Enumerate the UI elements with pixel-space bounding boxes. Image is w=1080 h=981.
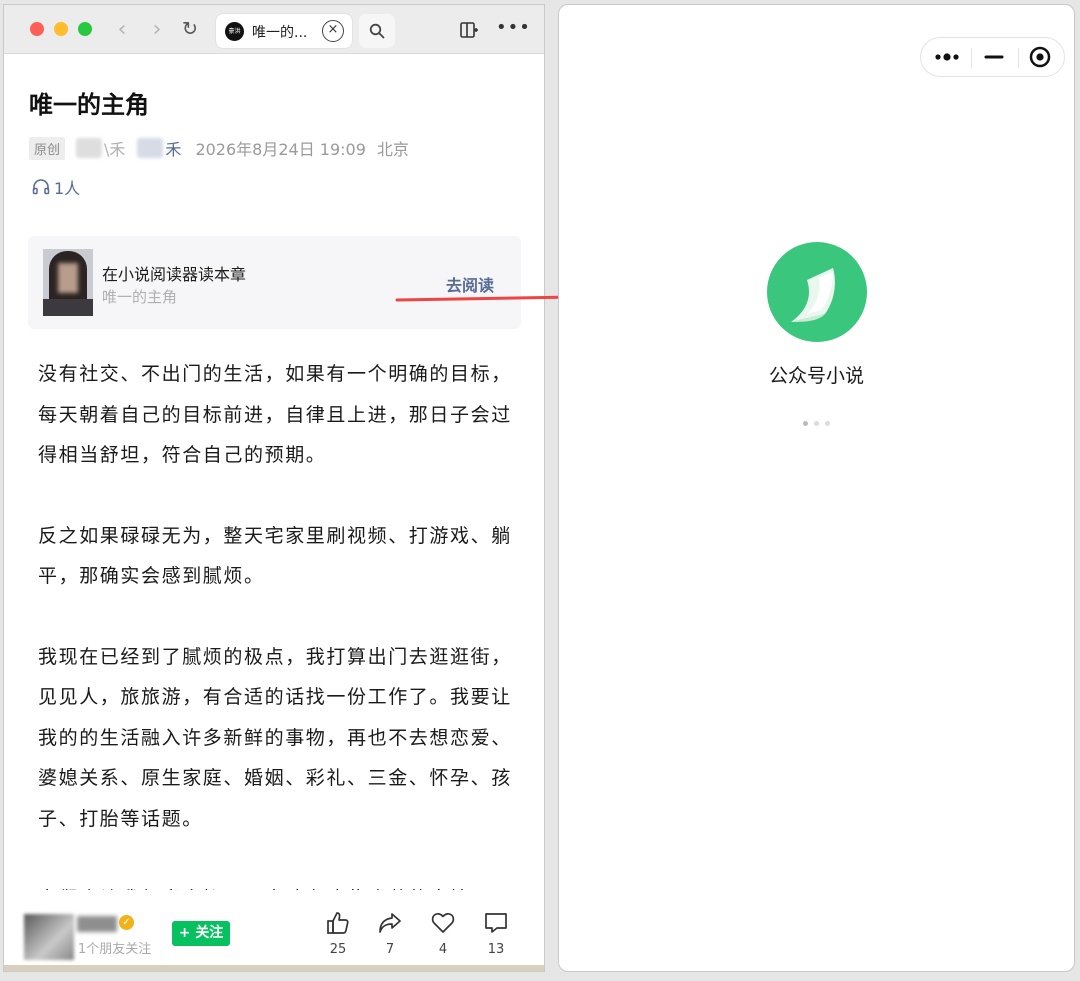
forward-icon[interactable]: › (144, 15, 170, 43)
account-name-fragment: 禾 (165, 140, 182, 159)
publish-date: 2026年8月24日 19:09 (195, 140, 366, 159)
loading-dot (825, 421, 830, 426)
verified-badge-icon: ✓ (119, 915, 134, 930)
article-paragraph: 反之如果碌碌无为，整天宅家里刷视频、打游戏、躺平，那确实会感到腻烦。 (38, 524, 512, 588)
comment-icon (485, 913, 507, 933)
like-button[interactable]: 25 (318, 910, 358, 957)
article-paragraph: 没有社交、不出门的生活，如果有一个明确的目标，每天朝着自己的目标前进，自律且上进… (38, 363, 512, 466)
account-name-redacted[interactable] (77, 916, 117, 932)
article-title: 唯一的主角 (29, 91, 149, 119)
article-body: 没有社交、不出门的生活，如果有一个明确的目标，每天朝着自己的目标前进，自律且上进… (38, 354, 520, 890)
tab-close-icon[interactable]: × (322, 20, 344, 42)
article-paragraph: 它们会让我想当自抑……事略在这些痛苦的事情 (38, 879, 520, 890)
novel-cover-image (43, 249, 93, 316)
redacted-block (76, 138, 103, 158)
account-name-link[interactable]: 禾 (137, 136, 181, 160)
publish-location: 北京 (376, 140, 409, 159)
share-count: 7 (385, 942, 395, 957)
reload-icon[interactable]: ↻ (177, 15, 203, 43)
mini-program-name: 公众号小说 (768, 365, 864, 387)
mini-program-logo (767, 242, 867, 342)
redacted-block (137, 138, 164, 158)
window-bottom-edge (4, 965, 544, 971)
like-count: 25 (329, 942, 347, 957)
mini-program-window: 公众号小说 (558, 4, 1075, 972)
article-action-bar: ✓ 1个朋友关注 + 关注 25 7 4 13 (4, 890, 544, 967)
open-in-window-icon[interactable] (456, 17, 482, 43)
share-icon (379, 913, 401, 933)
browser-window: ‹ › ↻ 豪洪 唯一的... × ••• 唯一的主角 原创 \禾 禾 2026… (3, 4, 545, 972)
loading-indicator (559, 421, 1074, 426)
loading-dot (803, 421, 808, 426)
browser-tab[interactable]: 豪洪 唯一的... × (216, 14, 352, 48)
favorite-count: 4 (438, 942, 448, 957)
listen-count[interactable]: 1人 (32, 175, 80, 199)
follow-button[interactable]: + 关注 (172, 921, 230, 946)
browser-toolbar: ‹ › ↻ 豪洪 唯一的... × ••• (4, 5, 544, 54)
more-options-icon[interactable]: ••• (496, 17, 530, 43)
reader-card-subtitle: 唯一的主角 (102, 288, 178, 306)
comment-count: 13 (487, 942, 505, 957)
author-name[interactable]: \禾 (76, 136, 125, 160)
account-avatar[interactable] (24, 914, 74, 960)
search-icon[interactable] (359, 14, 395, 48)
tab-title: 唯一的... (252, 25, 308, 41)
close-window-button[interactable] (30, 22, 44, 36)
loading-dot (814, 421, 819, 426)
reader-card-title: 在小说阅读器读本章 (102, 265, 247, 284)
exit-mini-program-icon[interactable] (1018, 38, 1065, 76)
original-badge: 原创 (29, 136, 66, 160)
mini-program-capsule (920, 37, 1065, 77)
comment-button[interactable]: 13 (476, 910, 516, 957)
minimize-icon[interactable] (971, 38, 1018, 76)
author-name-fragment: \禾 (104, 140, 126, 159)
thumbs-up-icon (327, 912, 349, 934)
article-meta: 原创 \禾 禾 2026年8月24日 19:09 北京 (29, 136, 409, 160)
headphones-icon (32, 179, 50, 195)
share-button[interactable]: 7 (370, 910, 410, 957)
article-paragraph: 我现在已经到了腻烦的极点，我打算出门去逛逛街，见见人，旅旅游，有合适的话找一份工… (38, 645, 512, 830)
minimize-window-button[interactable] (54, 22, 68, 36)
heart-icon (431, 912, 455, 933)
tab-favicon-icon: 豪洪 (225, 22, 244, 41)
zoom-window-button[interactable] (78, 22, 92, 36)
more-icon[interactable] (921, 38, 971, 76)
favorite-button[interactable]: 4 (423, 910, 463, 957)
back-icon[interactable]: ‹ (109, 15, 135, 43)
listener-count-text: 1人 (54, 179, 81, 198)
friends-following-text: 1个朋友关注 (78, 942, 152, 957)
